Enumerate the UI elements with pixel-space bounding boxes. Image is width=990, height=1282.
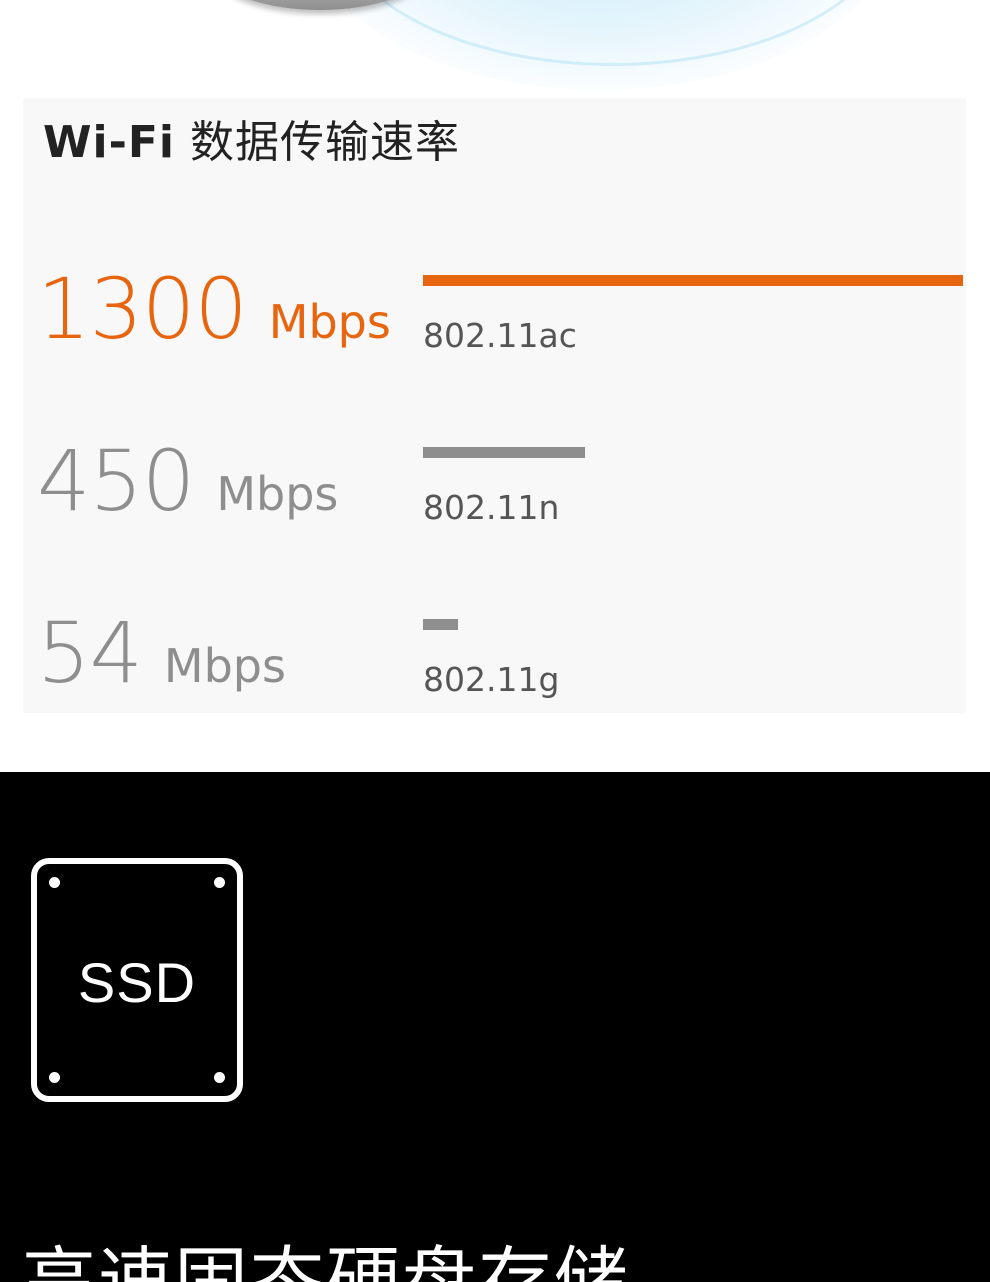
speed-number: 450 [37,432,195,530]
screw-dot [214,1072,225,1083]
speed-value-n: 450 Mbps [37,432,338,530]
wifi-title-cn: 数据传输速率 [190,117,461,168]
standard-label-n: 802.11n [423,488,560,527]
wifi-title-latin: Wi-Fi [43,117,176,168]
speed-row-n: 450 Mbps 802.11n [23,410,966,530]
wifi-speed-card: Wi-Fi 数据传输速率 1300 Mbps 802.11ac 450 Mbps 8… [23,98,966,713]
speed-value-ac: 1300 Mbps [37,260,391,358]
screw-dot [49,877,60,888]
standard-label-ac: 802.11ac [423,316,577,355]
speed-number: 1300 [37,260,248,358]
ssd-section: SSD 高速固态硬盘存储。 [0,772,990,1282]
speed-unit: Mbps [216,467,339,521]
ssd-headline: 高速固态硬盘存储。 [22,1239,706,1282]
speed-row-g: 54 Mbps 802.11g [23,582,966,702]
screw-dot [49,1072,60,1083]
speed-unit: Mbps [163,639,286,693]
standard-label-g: 802.11g [423,660,560,699]
speed-number: 54 [37,604,143,702]
ssd-drive-icon: SSD [31,858,243,1102]
speed-bar-ac [423,275,963,286]
speed-row-ac: 1300 Mbps 802.11ac [23,238,966,358]
speed-unit: Mbps [268,295,391,349]
page: Wi-Fi 数据传输速率 1300 Mbps 802.11ac 450 Mbps 8… [0,0,990,1282]
speed-value-g: 54 Mbps [37,604,286,702]
screw-dot [214,877,225,888]
speed-bar-n [423,447,585,458]
ssd-label: SSD [77,951,197,1014]
hero-product-image [0,0,990,98]
wifi-speed-title: Wi-Fi 数据传输速率 [43,106,460,170]
speed-bar-g [423,619,458,630]
